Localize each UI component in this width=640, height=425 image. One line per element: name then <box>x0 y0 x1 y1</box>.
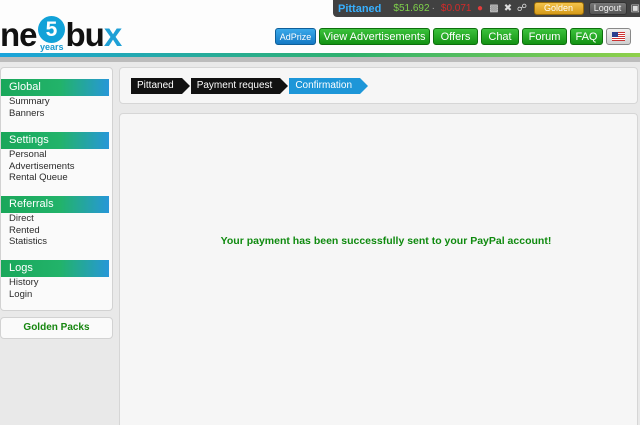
forum-button[interactable]: Forum <box>522 28 567 45</box>
sidebar-item-history[interactable]: History <box>1 277 113 289</box>
view-advertisements-button[interactable]: View Advertisements <box>319 28 430 45</box>
sidebar-group-global: Global Summary Banners <box>1 79 113 119</box>
top-nav: AdPrize View Advertisements Offers Chat … <box>275 28 634 45</box>
payment-success-message: Your payment has been successfully sent … <box>220 235 552 247</box>
sidebar-item-rental-queue[interactable]: Rental Queue <box>1 172 113 184</box>
adprize-button[interactable]: AdPrize <box>275 28 316 45</box>
language-button[interactable] <box>606 28 631 45</box>
sidebar-item-login[interactable]: Login <box>1 289 113 301</box>
us-flag-icon <box>612 32 625 41</box>
sidebar-item-statistics[interactable]: Statistics <box>1 236 113 248</box>
sidebar-heading: Settings <box>1 132 109 149</box>
sidebar-item-direct[interactable]: Direct <box>1 213 113 225</box>
breadcrumb: Pittaned Payment request Confirmation <box>131 78 369 94</box>
sidebar-item-banners[interactable]: Banners <box>1 108 113 120</box>
breadcrumb-step-user[interactable]: Pittaned <box>131 78 190 94</box>
sidebar-heading: Logs <box>1 260 109 277</box>
username[interactable]: Pittaned <box>338 3 381 15</box>
main-content-panel: Your payment has been successfully sent … <box>119 113 638 425</box>
sidebar-group-referrals: Referrals Direct Rented Statistics <box>1 196 113 248</box>
site-header: ne 5 bux years Pittaned $51.692 · $0.071 ●… <box>0 0 640 54</box>
tools-icon[interactable]: ✖ <box>503 3 514 14</box>
sidebar-group-logs: Logs History Login <box>1 260 113 300</box>
sidebar-group-settings: Settings Personal Advertisements Rental … <box>1 132 113 184</box>
breadcrumb-step-confirmation: Confirmation <box>289 78 368 94</box>
golden-user-icon[interactable]: ● <box>475 3 486 14</box>
breadcrumb-step-payment-request[interactable]: Payment request <box>190 78 288 94</box>
main-balance: $51.692 <box>393 3 430 14</box>
link-icon[interactable]: ☍ <box>517 3 528 14</box>
logo-years-label: years <box>40 42 64 52</box>
golden-packs-link[interactable]: Golden Packs <box>0 317 113 339</box>
logout-button[interactable]: Logout <box>588 2 627 15</box>
breadcrumb-panel: Pittaned Payment request Confirmation <box>119 67 638 104</box>
chat-button[interactable]: Chat <box>481 28 519 45</box>
logo-five-circle: 5 <box>37 16 65 43</box>
sidebar-item-summary[interactable]: Summary <box>1 96 113 108</box>
rental-balance: $0.071 <box>440 3 472 14</box>
sidebar-heading: Referrals <box>1 196 109 213</box>
lock-icon: ▣ <box>630 3 640 14</box>
sidebar-heading: Global <box>1 79 109 96</box>
faq-button[interactable]: FAQ <box>570 28 603 45</box>
account-bar: Pittaned $51.692 · $0.071 ● ▩ ✖ ☍ Golden… <box>333 0 640 17</box>
sidebar-item-advertisements[interactable]: Advertisements <box>1 161 113 173</box>
stats-icon[interactable]: ▩ <box>489 3 500 14</box>
balance-separator: · <box>431 3 435 14</box>
golden-button[interactable]: Golden <box>533 2 584 15</box>
sidebar-item-rented[interactable]: Rented <box>1 225 113 237</box>
sidebar-menu: Global Summary Banners Settings Personal… <box>0 67 113 311</box>
header-shadow-rule <box>0 57 640 62</box>
sidebar-item-personal[interactable]: Personal <box>1 149 113 161</box>
offers-button[interactable]: Offers <box>433 28 478 45</box>
